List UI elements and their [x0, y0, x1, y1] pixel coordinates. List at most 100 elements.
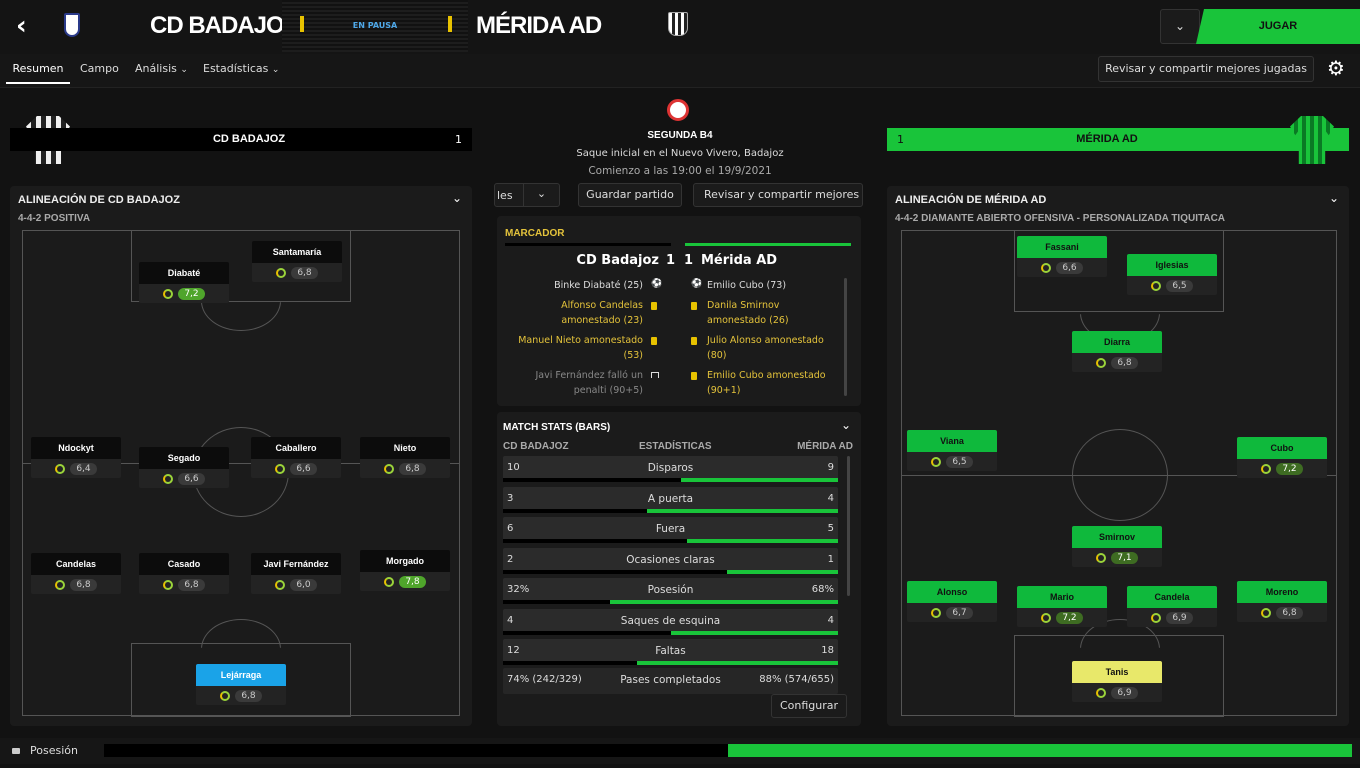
jugar-dropdown-button[interactable]: ⌄: [1160, 9, 1200, 44]
away-player-rating-row: 6,6: [1017, 258, 1107, 277]
save-match-button[interactable]: Guardar partido: [578, 183, 682, 207]
stat-away-value: 5: [827, 523, 834, 534]
rating-icon: [384, 576, 395, 587]
away-player-card[interactable]: Cubo 7,2: [1237, 437, 1327, 478]
away-player-card[interactable]: Viana 6,5: [907, 430, 997, 471]
away-player-rating-row: 6,5: [907, 452, 997, 471]
chevron-down-icon[interactable]: ⌄: [452, 191, 462, 205]
rating-icon: [163, 473, 174, 484]
configure-button[interactable]: Configurar: [771, 694, 847, 718]
home-player-rating-row: 6,8: [196, 686, 286, 705]
away-player-card[interactable]: Candela 6,9: [1127, 586, 1217, 627]
competition-name: SEGUNDA B4: [647, 130, 713, 141]
rating-icon: [1096, 357, 1107, 368]
stat-home-bar: [503, 630, 671, 635]
stats-col-mid: ESTADÍSTICAS: [639, 441, 712, 452]
home-player-name: Javi Fernández: [251, 553, 341, 575]
rating-icon: [1096, 552, 1107, 563]
possession-home-bar: [104, 744, 728, 757]
stat-label: Saques de esquina: [620, 614, 721, 627]
away-player-card[interactable]: Tanis 6,9: [1072, 661, 1162, 702]
tab-resumen[interactable]: Resumen: [6, 62, 70, 84]
home-player-card[interactable]: Casado 6,8: [139, 553, 229, 594]
home-player-rating: 6,0: [290, 578, 317, 591]
away-player-card[interactable]: Smirnov 7,1: [1072, 526, 1162, 567]
away-bar-name: MÉRIDA AD: [1076, 133, 1138, 145]
home-player-rating: 6,8: [178, 578, 205, 591]
away-player-name: Alonso: [907, 581, 997, 603]
stat-row: 32% Posesión 68%: [503, 578, 838, 604]
home-player-card[interactable]: Diabaté 7,2: [139, 262, 229, 303]
home-player-name: Morgado: [360, 550, 450, 572]
play-button[interactable]: JUGAR: [1196, 9, 1360, 44]
home-event: Javi Fernández falló un penalti (90+5): [535, 370, 644, 396]
away-player-card[interactable]: Mario 7,2: [1017, 586, 1107, 627]
away-player-name: Smirnov: [1072, 526, 1162, 548]
view-dropdown[interactable]: les ⌄: [494, 183, 560, 207]
home-player-card[interactable]: Caballero 6,6: [251, 437, 341, 478]
away-formation: 4-4-2 DIAMANTE ABIERTO OFENSIVA - PERSON…: [895, 213, 1226, 224]
away-player-card[interactable]: Alonso 6,7: [907, 581, 997, 622]
away-score-bar: 1 MÉRIDA AD: [887, 128, 1349, 151]
stat-home-bar: [503, 569, 728, 574]
away-player-name: Fassani: [1017, 236, 1107, 258]
share-highlights-button-2[interactable]: Revisar y compartir mejores ju: [693, 183, 863, 207]
gear-icon[interactable]: ⚙: [1324, 56, 1348, 80]
scoreboard-home-team: CD Badajoz: [576, 253, 659, 268]
home-player-card[interactable]: Javi Fernández 6,0: [251, 553, 341, 594]
rating-icon: [1096, 687, 1107, 698]
match-stats-title: MATCH STATS (BARS): [503, 422, 611, 433]
chevron-down-icon[interactable]: ⌄: [841, 418, 851, 432]
away-player-name: Diarra: [1072, 331, 1162, 353]
stats-col-away: MÉRIDA AD: [797, 441, 853, 452]
home-player-card[interactable]: Morgado 7,8: [360, 550, 450, 591]
away-player-card[interactable]: Diarra 6,8: [1072, 331, 1162, 372]
away-player-name: Mario: [1017, 586, 1107, 608]
away-player-rating-row: 7,2: [1017, 608, 1107, 627]
home-player-rating-row: 7,8: [360, 572, 450, 591]
home-player-card[interactable]: Nieto 6,8: [360, 437, 450, 478]
away-player-name: Viana: [907, 430, 997, 452]
match-stats-panel: MATCH STATS (BARS) ⌄ CD BADAJOZ ESTADÍST…: [497, 412, 861, 726]
away-player-card[interactable]: Moreno 6,8: [1237, 581, 1327, 622]
away-player-card[interactable]: Fassani 6,6: [1017, 236, 1107, 277]
home-player-name: Diabaté: [139, 262, 229, 284]
home-player-card[interactable]: Segado 6,6: [139, 447, 229, 488]
tab-resumen-label: Resumen: [12, 62, 64, 75]
home-player-card[interactable]: Ndockyt 6,4: [31, 437, 121, 478]
stat-row: 6 Fuera 5: [503, 517, 838, 543]
home-player-rating-row: 6,8: [31, 575, 121, 594]
home-player-rating-row: 6,8: [252, 263, 342, 282]
tab-bar: Resumen Campo Análisis ⌄ Estadísticas ⌄ …: [0, 54, 1360, 88]
events-scrollbar[interactable]: [844, 278, 847, 396]
home-player-name: Segado: [139, 447, 229, 469]
away-player-name: Iglesias: [1127, 254, 1217, 276]
home-player-rating: 6,8: [70, 578, 97, 591]
rating-icon: [55, 579, 66, 590]
tab-estadisticas[interactable]: Estadísticas ⌄: [203, 62, 279, 75]
back-icon[interactable]: ‹: [16, 12, 38, 40]
kickoff-location: Saque inicial en el Nuevo Vivero, Badajo…: [576, 148, 784, 159]
away-player-rating: 6,8: [1111, 356, 1138, 369]
stat-row: 3A puerta 4: [503, 486, 838, 513]
share-highlights-button[interactable]: Revisar y compartir mejores jugadas: [1098, 56, 1314, 82]
away-player-card[interactable]: Iglesias 6,5: [1127, 254, 1217, 295]
home-player-rating-row: 6,0: [251, 575, 341, 594]
home-player-card[interactable]: Candelas 6,8: [31, 553, 121, 594]
chevron-down-icon[interactable]: ⌄: [1329, 191, 1339, 205]
tab-campo[interactable]: Campo: [80, 62, 119, 75]
away-event: Emilio Cubo amonestado (90+1): [707, 370, 826, 396]
away-player-rating-row: 6,8: [1237, 603, 1327, 622]
stat-away-value: 9: [827, 462, 834, 473]
away-player-rating-row: 6,7: [907, 603, 997, 622]
home-player-card[interactable]: Lejárraga 6,8: [196, 664, 286, 705]
yellow-card-icon: [651, 302, 657, 310]
home-player-card[interactable]: Santamaría 6,8: [252, 241, 342, 282]
save-match-label: Guardar partido: [586, 188, 674, 201]
away-player-rating: 6,9: [1111, 686, 1138, 699]
stats-scrollbar[interactable]: [847, 456, 850, 596]
tab-analisis[interactable]: Análisis ⌄: [135, 62, 188, 75]
away-player-rating: 6,8: [1276, 606, 1303, 619]
home-player-name: Nieto: [360, 437, 450, 459]
stat-away-value: 1: [827, 553, 834, 565]
